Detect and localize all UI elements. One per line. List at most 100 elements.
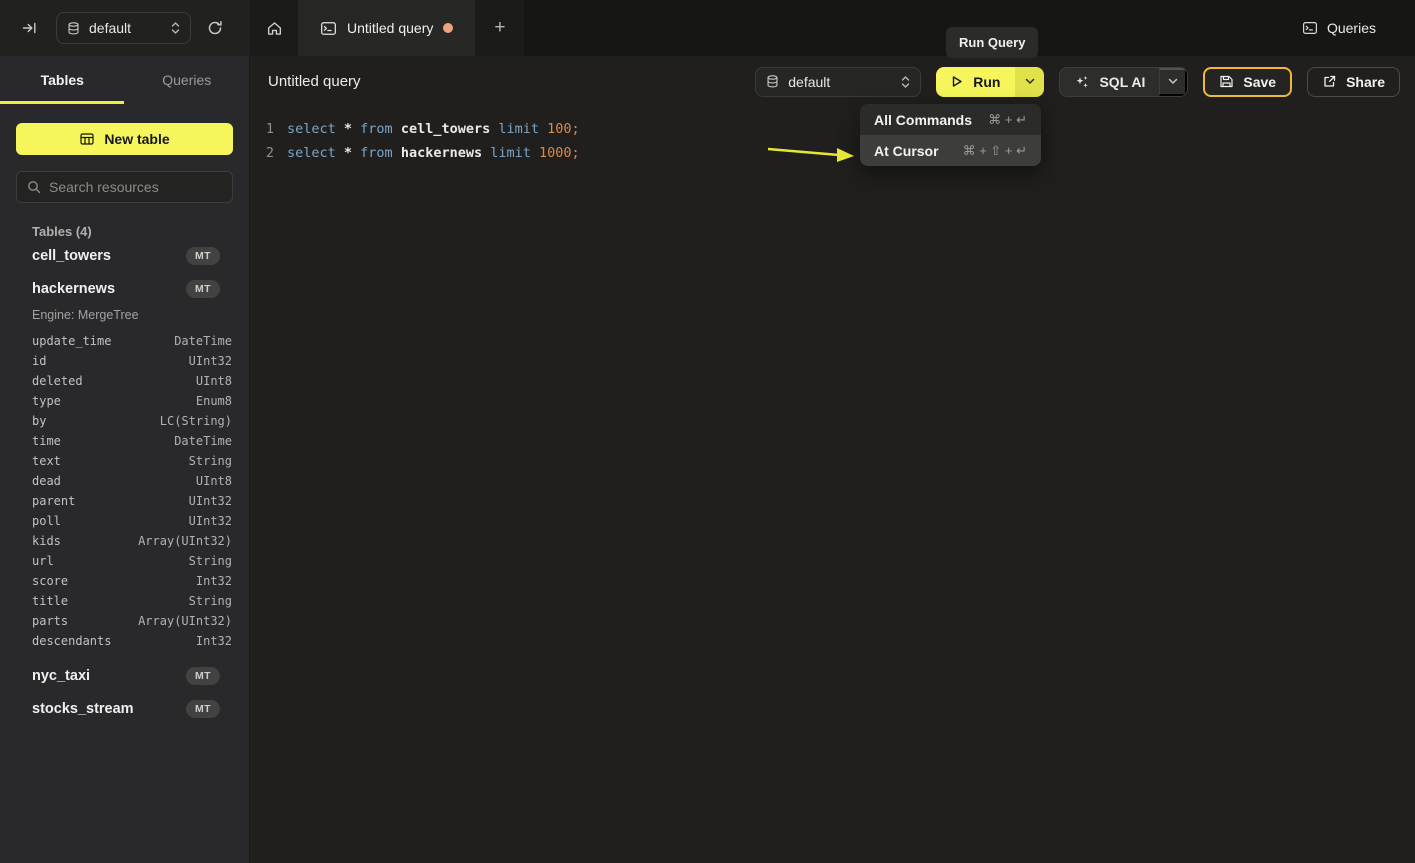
column-name: dead (32, 474, 61, 488)
menu-item-at-cursor[interactable]: At Cursor ⌘ + ⇧ + ↵ (860, 135, 1041, 166)
search-icon (27, 180, 41, 194)
column-type: DateTime (174, 334, 232, 348)
column-type: UInt32 (189, 354, 232, 368)
sidebar-tab-queries[interactable]: Queries (125, 56, 250, 104)
column-name: kids (32, 534, 61, 548)
tab-strip: Untitled query + (250, 0, 524, 56)
unsaved-changes-dot (443, 23, 453, 33)
column-row: scoreInt32 (0, 571, 249, 591)
chevron-updown-icon (901, 75, 910, 89)
refresh-button[interactable] (207, 20, 223, 36)
table-item-cell-towers[interactable]: cell_towers MT (0, 239, 249, 272)
tab-untitled-query[interactable]: Untitled query (298, 0, 475, 56)
column-row: typeEnum8 (0, 391, 249, 411)
chevron-down-icon (1168, 78, 1178, 85)
table-engine-label: Engine: MergeTree (0, 305, 249, 325)
new-table-button-label: New table (104, 131, 169, 147)
queries-button[interactable]: Queries (1302, 20, 1376, 36)
new-table-button[interactable]: New table (16, 123, 233, 155)
refresh-icon (207, 20, 223, 36)
code-line: 1 select * from cell_towers limit 100; (250, 117, 1415, 141)
plus-icon: + (494, 17, 505, 39)
run-button[interactable]: Run (936, 67, 1015, 97)
column-row: textString (0, 451, 249, 471)
run-query-tooltip: Run Query (946, 27, 1038, 58)
active-tab-underline (0, 101, 124, 104)
menu-item-label: At Cursor (874, 143, 939, 159)
collapse-sidebar-icon (22, 21, 37, 35)
sidebar: Tables Queries New table Tables (4) cell… (0, 56, 250, 863)
save-button[interactable]: Save (1203, 67, 1292, 97)
menu-item-all-commands[interactable]: All Commands ⌘ + ↵ (860, 104, 1041, 135)
table-name: cell_towers (32, 248, 186, 264)
column-row: update_timeDateTime (0, 331, 249, 351)
engine-badge: MT (186, 667, 220, 685)
column-type: String (189, 454, 232, 468)
column-name: descendants (32, 634, 111, 648)
sidebar-tab-tables-label: Tables (41, 72, 84, 88)
column-name: parent (32, 494, 75, 508)
menu-item-shortcut: ⌘ + ⇧ + ↵ (963, 143, 1027, 159)
database-selector-top[interactable]: default (56, 12, 191, 44)
sql-ai-options-button[interactable] (1159, 68, 1187, 96)
home-tab[interactable] (250, 0, 298, 56)
menu-item-label: All Commands (874, 112, 972, 128)
tab-title: Untitled query (347, 20, 433, 36)
table-item-nyc-taxi[interactable]: nyc_taxi MT (0, 659, 249, 692)
column-name: title (32, 594, 68, 608)
sql-console-app: default Untitled query (0, 0, 1415, 863)
sidebar-tab-queries-label: Queries (162, 72, 211, 88)
table-item-stocks-stream[interactable]: stocks_stream MT (0, 692, 249, 725)
top-bar-left: default (0, 0, 250, 56)
sidebar-tab-tables[interactable]: Tables (0, 56, 125, 104)
column-type: DateTime (174, 434, 232, 448)
toolbar-controls: default Run (755, 67, 1400, 97)
column-row: poll UInt32 (0, 511, 249, 531)
database-selector[interactable]: default (755, 67, 921, 97)
engine-badge: MT (186, 700, 220, 718)
sql-ai-button[interactable]: SQL AI (1060, 68, 1159, 96)
column-type: String (189, 554, 232, 568)
share-button[interactable]: Share (1307, 67, 1400, 97)
sql-ai-split-button: SQL AI (1059, 67, 1188, 97)
main-area: Untitled query default (250, 56, 1415, 863)
table-name: nyc_taxi (32, 668, 186, 684)
hackernews-columns-list: update_timeDateTime idUInt32 deletedUInt… (0, 331, 249, 651)
code-line: 2 select * from hackernews limit 1000; (250, 141, 1415, 165)
column-type: Int32 (196, 634, 232, 648)
search-resources-input[interactable] (49, 179, 230, 195)
sidebar-tabs: Tables Queries (0, 56, 249, 104)
new-tab-button[interactable]: + (475, 0, 524, 56)
column-name: time (32, 434, 61, 448)
external-link-icon (1322, 74, 1337, 89)
line-number: 1 (250, 121, 274, 137)
table-item-hackernews[interactable]: hackernews MT (0, 272, 249, 305)
column-name: poll (32, 514, 61, 528)
database-icon (67, 21, 80, 36)
database-selector-value: default (788, 74, 830, 90)
code-text: select * from cell_towers limit 100; (287, 121, 580, 137)
table-name: hackernews (32, 281, 186, 297)
database-selector-value: default (89, 20, 131, 36)
sql-editor[interactable]: 1 select * from cell_towers limit 100; 2… (250, 107, 1415, 165)
column-row: byLC(String) (0, 411, 249, 431)
sql-ai-button-label: SQL AI (1099, 74, 1145, 90)
run-button-label: Run (973, 74, 1000, 90)
column-name: id (32, 354, 46, 368)
sparkles-icon (1074, 74, 1090, 90)
home-icon (266, 20, 283, 37)
chevron-down-icon (1025, 78, 1035, 85)
line-number: 2 (250, 145, 274, 161)
run-options-button[interactable] (1015, 67, 1044, 97)
column-name: score (32, 574, 68, 588)
column-type: Array(UInt32) (138, 534, 232, 548)
column-type: String (189, 594, 232, 608)
column-row: title String (0, 591, 249, 611)
collapse-sidebar-button[interactable] (22, 21, 37, 35)
column-row: urlString (0, 551, 249, 571)
code-text: select * from hackernews limit 1000; (287, 145, 580, 161)
column-type: UInt8 (196, 474, 232, 488)
column-name: type (32, 394, 61, 408)
column-row: descendants Int32 (0, 631, 249, 651)
column-type: UInt32 (189, 514, 232, 528)
